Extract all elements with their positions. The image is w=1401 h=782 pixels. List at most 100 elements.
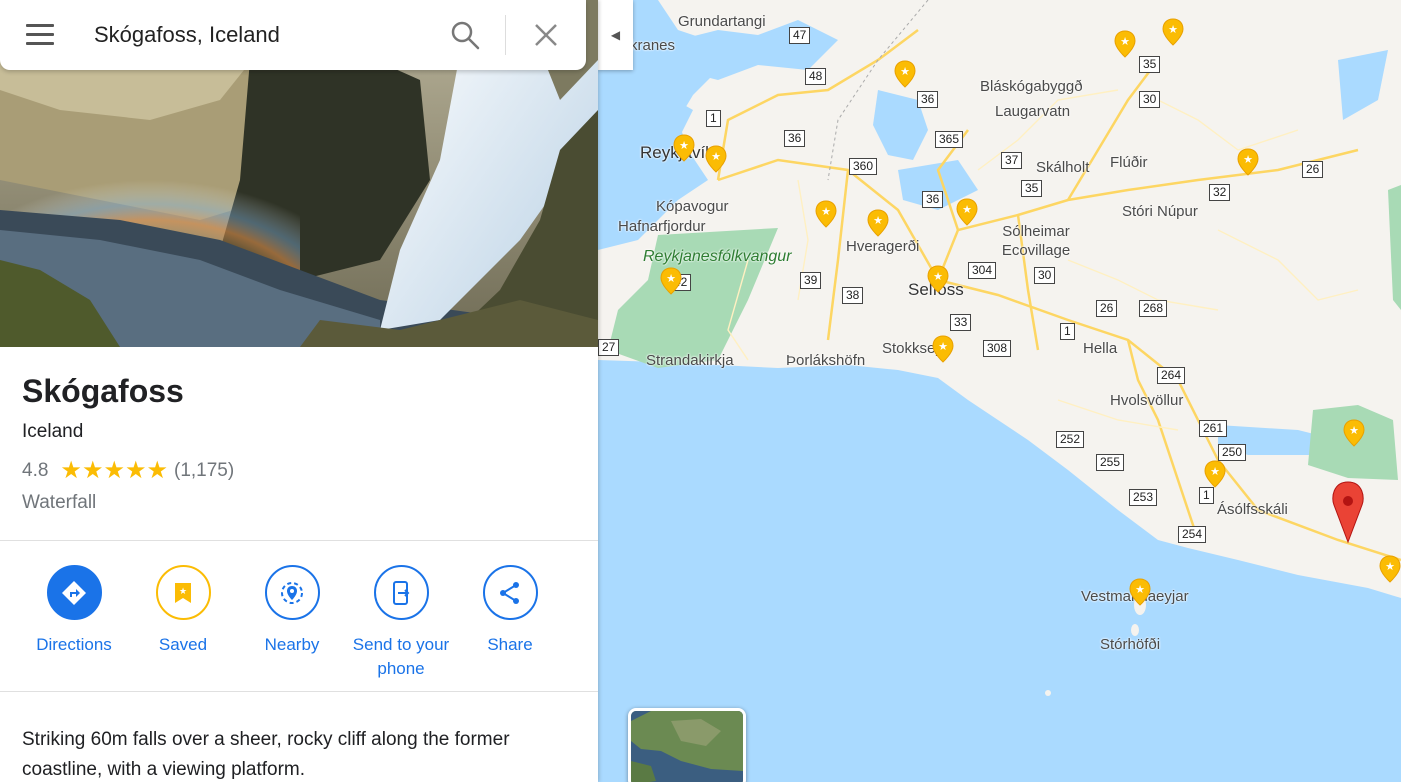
search-icon[interactable] [450,20,480,50]
directions-button[interactable]: Directions [14,565,134,657]
road-shield: 304 [968,262,997,279]
place-label[interactable]: Laugarvatn [995,103,1070,120]
svg-text:★: ★ [1210,465,1220,478]
svg-text:★: ★ [938,340,948,353]
rating-value: 4.8 [22,459,49,481]
saved-place-star-icon[interactable]: ★ [932,335,954,363]
road-shield: 1 [706,110,721,127]
satellite-layer-toggle[interactable] [628,708,746,782]
bookmark-icon: ★ [155,565,211,620]
section-divider [0,540,598,541]
road-shield: 36 [917,91,939,108]
caret-left-icon: ◀ [610,28,621,42]
place-label[interactable]: Bláskógabyggð [980,78,1083,95]
road-shield: 250 [1218,444,1247,461]
road-shield: 264 [1157,367,1186,384]
saved-place-star-icon[interactable]: ★ [1114,30,1136,58]
road-shield: 39 [800,272,822,289]
svg-text:★: ★ [933,270,943,283]
road-shield: 33 [950,314,972,331]
road-shield: 26 [1096,300,1118,317]
place-label[interactable]: Hvolsvöllur [1110,392,1183,409]
saved-place-star-icon[interactable]: ★ [660,267,682,295]
place-label[interactable]: Ásólfsskáli [1217,501,1288,518]
search-input[interactable] [94,18,434,52]
action-label: Send to your phone [352,635,450,678]
road-shield: 255 [1096,454,1125,471]
road-shield: 35 [1139,56,1161,73]
collapse-panel-button[interactable]: ◀ [598,0,633,70]
place-label[interactable]: Þorlákshöfn [786,352,865,369]
saved-place-star-icon[interactable]: ★ [956,198,978,226]
saved-place-star-icon[interactable]: ★ [1129,578,1151,606]
road-shield: 253 [1129,489,1158,506]
place-label[interactable]: Sólheimar Ecovillage [996,222,1076,260]
place-label[interactable]: Stóri Núpur [1122,203,1198,220]
saved-place-star-icon[interactable]: ★ [705,145,727,173]
saved-place-star-icon[interactable]: ★ [1343,419,1365,447]
road-shield: 252 [1056,431,1085,448]
action-label: Directions [36,635,112,654]
road-shield: 308 [983,340,1012,357]
place-title: Skógafoss [22,373,184,409]
review-count-link[interactable]: (1,175) [174,460,234,482]
saved-place-star-icon[interactable]: ★ [927,265,949,293]
place-label[interactable]: Kópavogur [656,198,729,215]
place-label[interactable]: Skálholt [1036,159,1089,176]
rating-row: 4.8 ★★★★★ (1,175) [22,456,234,485]
saved-place-star-icon[interactable]: ★ [1379,555,1401,583]
road-shield: 26 [1302,161,1324,178]
road-shield: 254 [1178,526,1207,543]
saved-button[interactable]: ★ Saved [123,565,243,657]
directions-icon [46,565,102,620]
action-label: Share [487,635,533,654]
road-shield: 47 [789,27,811,44]
saved-place-star-icon[interactable]: ★ [1162,18,1184,46]
satellite-thumbnail-icon [631,711,743,782]
road-shield: 36 [922,191,944,208]
svg-text:★: ★ [962,203,972,216]
svg-text:★: ★ [1168,23,1178,36]
share-icon [482,565,538,620]
action-label: Saved [158,635,208,654]
svg-text:★: ★ [873,214,883,227]
svg-text:★: ★ [679,139,689,152]
place-category[interactable]: Waterfall [22,492,96,514]
svg-text:★: ★ [179,587,187,597]
svg-text:★: ★ [711,150,721,163]
saved-place-star-icon[interactable]: ★ [894,60,916,88]
place-label[interactable]: Hafnarfjordur [618,218,706,235]
road-shield: 261 [1199,420,1228,437]
road-shield: 48 [805,68,827,85]
place-label[interactable]: Stórhöfði [1100,636,1160,653]
saved-place-star-icon[interactable]: ★ [1237,148,1259,176]
svg-text:★: ★ [1349,424,1359,437]
svg-text:★: ★ [900,65,910,78]
saved-place-star-icon[interactable]: ★ [1204,460,1226,488]
road-shield: 38 [842,287,864,304]
road-shield: 27 [598,339,620,356]
share-button[interactable]: Share [450,565,570,657]
search-bar [0,0,586,70]
place-label[interactable]: Grundartangi [678,13,766,30]
place-label[interactable]: Strandakirkja [646,352,734,369]
place-label[interactable]: Hella [1083,340,1117,357]
svg-text:★: ★ [1385,560,1395,573]
saved-place-star-icon[interactable]: ★ [673,134,695,162]
svg-text:★: ★ [1243,153,1253,166]
map-canvas[interactable]: Grundartangi Akranes Bláskógabyggð Lauga… [598,0,1401,782]
place-label[interactable]: Hveragerði [846,238,919,255]
road-shield: 1 [1060,323,1075,340]
svg-text:★: ★ [1120,35,1130,48]
saved-place-star-icon[interactable]: ★ [867,209,889,237]
road-shield: 36 [784,130,806,147]
park-label[interactable]: Reykjanesfólkvangur [643,248,792,266]
road-shield: 365 [935,131,964,148]
place-label[interactable]: Flúðir [1110,154,1148,171]
close-icon[interactable] [531,20,561,50]
nearby-button[interactable]: Nearby [232,565,352,657]
menu-icon[interactable] [26,24,54,46]
place-region[interactable]: Iceland [22,421,83,443]
send-to-phone-button[interactable]: Send to your phone [341,565,461,681]
saved-place-star-icon[interactable]: ★ [815,200,837,228]
